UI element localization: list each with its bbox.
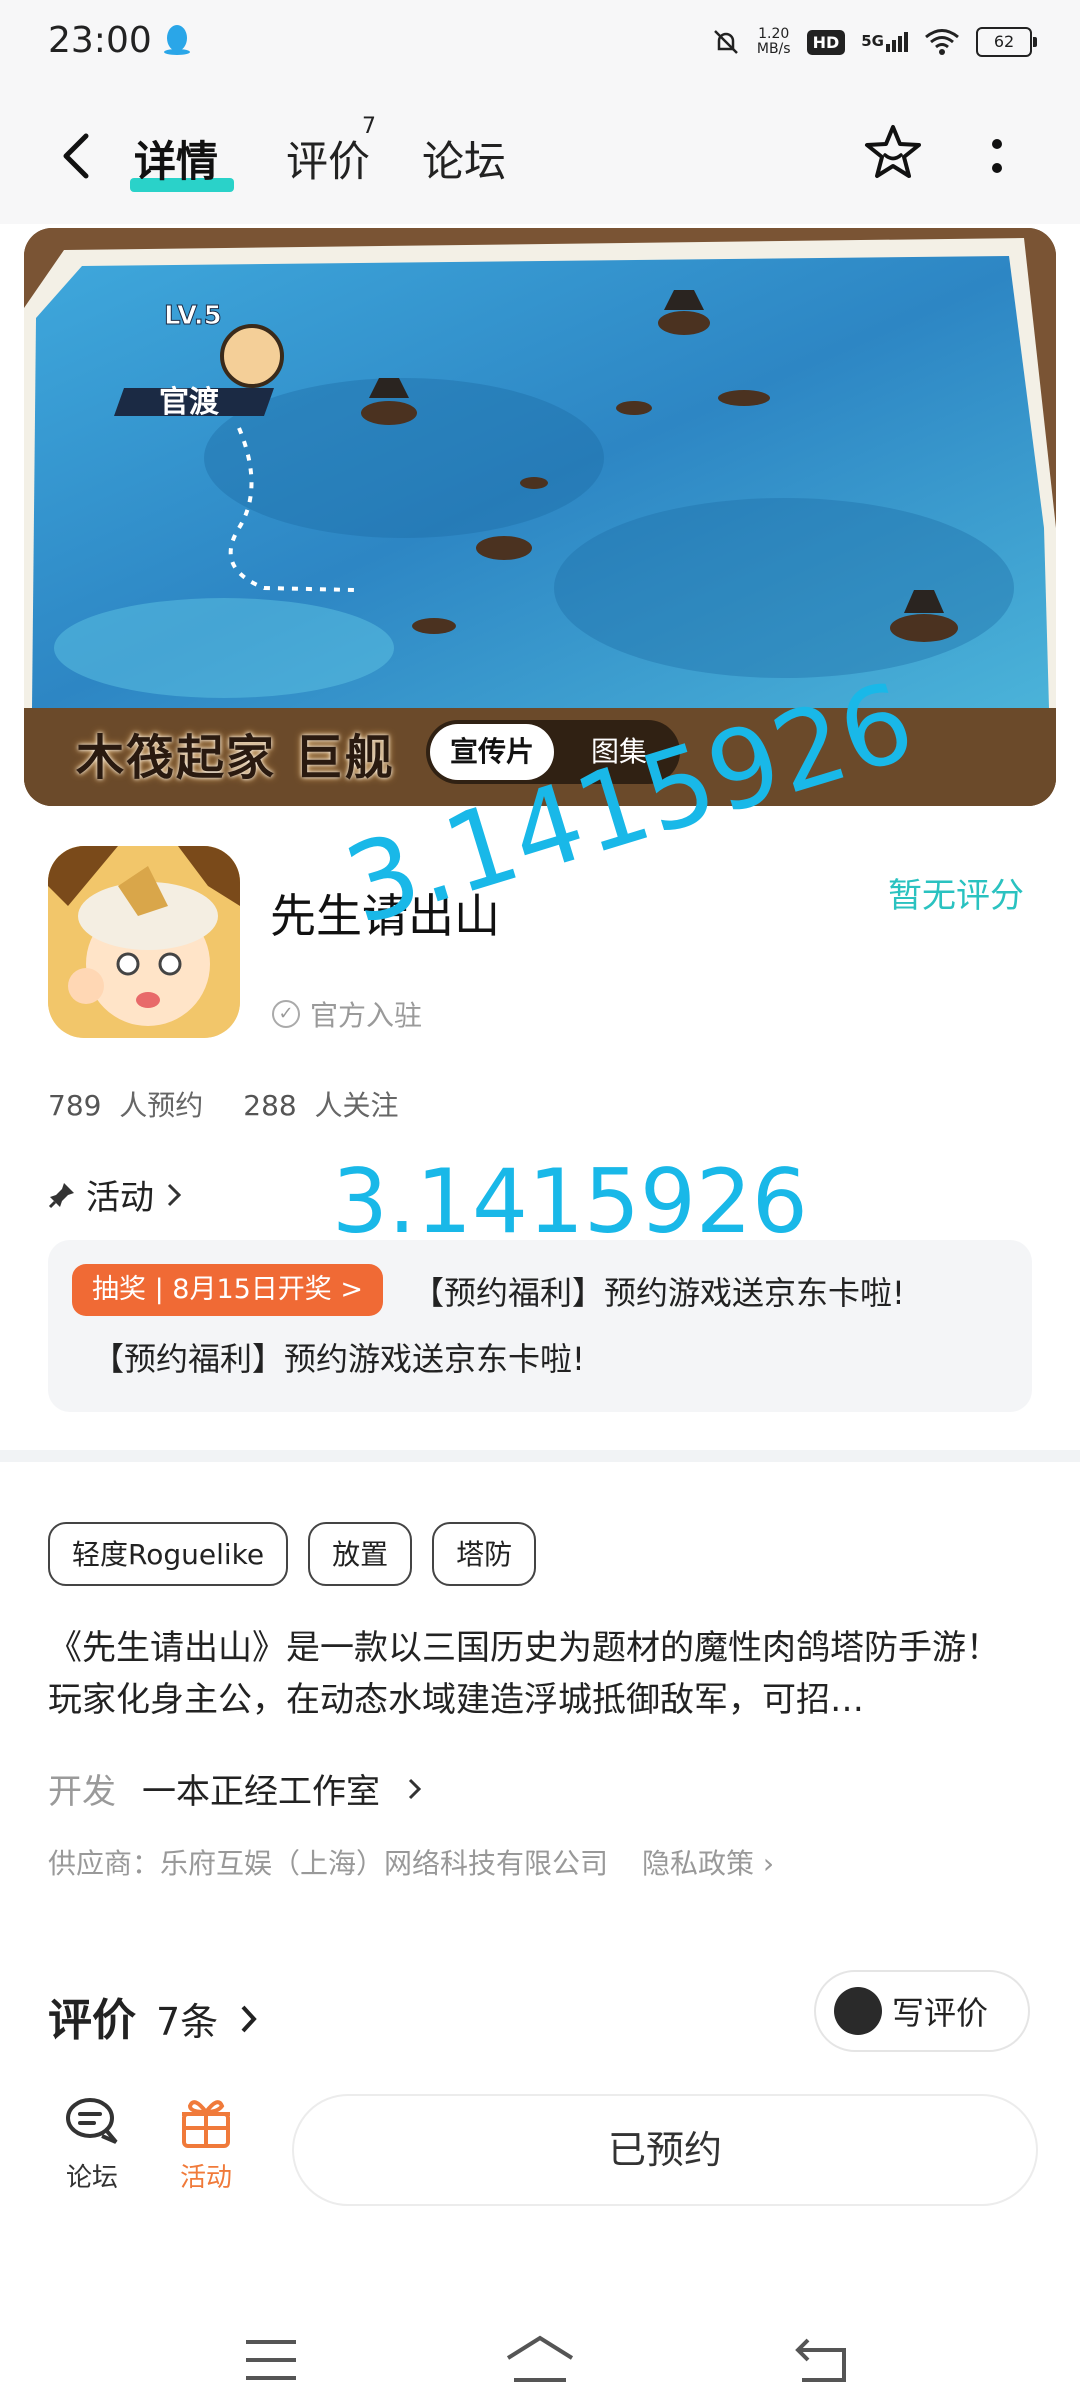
privacy-policy-label: 隐私政策 — [642, 1847, 755, 1880]
tag-tower-defense[interactable]: 塔防 — [432, 1522, 537, 1586]
write-review-button[interactable]: 写评价 — [814, 1970, 1030, 2052]
app-icon — [48, 846, 240, 1038]
qq-penguin-icon — [164, 25, 190, 55]
bottom-tab-forum[interactable]: 论坛 — [52, 2094, 132, 2194]
activity-header-label: 活动 — [86, 1178, 154, 1218]
status-time: 23:00 — [48, 20, 152, 61]
signal-indicator: 5G — [861, 32, 908, 52]
section-divider — [0, 1450, 1080, 1462]
bottom-tab-activity[interactable]: 活动 — [166, 2094, 246, 2194]
follower-stat: 288 人关注 — [243, 1084, 398, 1124]
hd-badge: HD — [806, 29, 846, 55]
tab-details[interactable]: 详情 — [134, 128, 218, 189]
gift-icon — [182, 2100, 230, 2148]
tag-idle[interactable]: 放置 — [308, 1522, 413, 1586]
reserved-button[interactable]: 已预约 — [292, 2094, 1038, 2206]
activity-section-link[interactable]: 活动 — [48, 1170, 184, 1219]
developer-name: 一本正经工作室 — [142, 1772, 380, 1812]
privacy-policy-link[interactable]: 隐私政策 › — [642, 1842, 774, 1882]
chat-bubble-icon — [66, 2098, 118, 2144]
network-type: 5G — [861, 32, 884, 50]
app-stats: 789 人预约 288 人关注 — [48, 1084, 399, 1124]
reviews-count: 7条 — [156, 2000, 219, 2044]
reservation-count: 789 — [48, 1089, 102, 1122]
home-icon[interactable] — [504, 2334, 576, 2384]
system-navigation-bar — [0, 2300, 1080, 2408]
back-icon[interactable] — [794, 2336, 850, 2384]
battery-indicator: 62 — [976, 27, 1037, 57]
tab-reviews[interactable]: 评价 — [286, 128, 370, 189]
mute-bell-icon — [713, 30, 738, 54]
map-location-label: 官渡 — [159, 385, 220, 420]
status-icons: 1.20 MB/s HD 5G 62 — [711, 20, 1037, 64]
network-speed: 1.20 MB/s — [757, 27, 791, 57]
favorite-star-icon[interactable] — [862, 122, 924, 184]
tab-reviews-badge: 7 — [362, 114, 376, 139]
check-circle-icon: ✓ — [272, 1000, 300, 1028]
status-bar: 23:00 1.20 MB/s HD 5G 62 — [0, 0, 1080, 84]
speed-value: 1.20 — [758, 26, 790, 42]
chevron-right-icon — [167, 1183, 182, 1206]
developer-link[interactable]: 开发 一本正经工作室 — [48, 1764, 424, 1813]
activity-title-continued: 【预约福利】预约游戏送京东卡啦! — [92, 1340, 585, 1378]
user-avatar — [834, 1987, 882, 2035]
reservation-label: 人预约 — [119, 1089, 204, 1122]
bottom-tab-forum-label: 论坛 — [65, 2163, 118, 2193]
activity-card[interactable]: 抽奖 | 8月15日开奖 > 【预约福利】预约游戏送京东卡啦! 【预约福利】预约… — [48, 1240, 1032, 1412]
follower-label: 人关注 — [314, 1089, 399, 1122]
pin-icon — [48, 1182, 74, 1208]
lottery-badge: 抽奖 | 8月15日开奖 > — [72, 1264, 384, 1316]
genre-tags: 轻度Roguelike 放置 塔防 — [48, 1522, 537, 1586]
reviews-title: 评价 — [48, 1995, 136, 2046]
menu-icon[interactable] — [244, 2338, 298, 2382]
developer-label: 开发 — [48, 1772, 116, 1812]
supplier-row: 供应商：乐府互娱（上海）网络科技有限公司 隐私政策 › — [48, 1842, 774, 1882]
supplier-text: 供应商：乐府互娱（上海）网络科技有限公司 — [48, 1847, 609, 1880]
tab-forum[interactable]: 论坛 — [422, 128, 506, 189]
tag-roguelike[interactable]: 轻度Roguelike — [48, 1522, 289, 1586]
activity-title: 【预约福利】预约游戏送京东卡啦! — [412, 1274, 905, 1312]
write-review-label: 写评价 — [892, 1994, 989, 2032]
rating-status: 暂无评分 — [888, 876, 1024, 916]
game-description[interactable]: 《先生请出山》是一款以三国历史为题材的魔性肉鸽塔防手游！ 玩家化身主公，在动态水… — [48, 1622, 1038, 1726]
reservation-stat: 789 人预约 — [48, 1084, 203, 1124]
official-verified: ✓ 官方入驻 — [272, 994, 422, 1034]
reviews-section-link[interactable]: 评价 7条 — [48, 1984, 260, 2048]
chevron-right-icon — [241, 2005, 257, 2033]
more-options-icon[interactable] — [982, 132, 1012, 182]
map-level-label: LV.5 — [164, 301, 222, 331]
follower-count: 288 — [243, 1089, 297, 1122]
speed-unit: MB/s — [756, 41, 791, 57]
banner-caption: 木筏起家 巨舰 — [76, 730, 395, 786]
top-navigation: 详情 评价 7 论坛 — [0, 84, 1080, 224]
official-label: 官方入驻 — [310, 999, 423, 1032]
back-arrow-icon[interactable] — [52, 126, 102, 186]
wifi-icon — [925, 29, 959, 55]
app-icon-artwork — [48, 846, 240, 1038]
watermark-overlay: 3.1415926 — [332, 1150, 808, 1253]
bottom-tab-activity-label: 活动 — [179, 2163, 232, 2193]
chevron-right-icon — [408, 1778, 422, 1799]
